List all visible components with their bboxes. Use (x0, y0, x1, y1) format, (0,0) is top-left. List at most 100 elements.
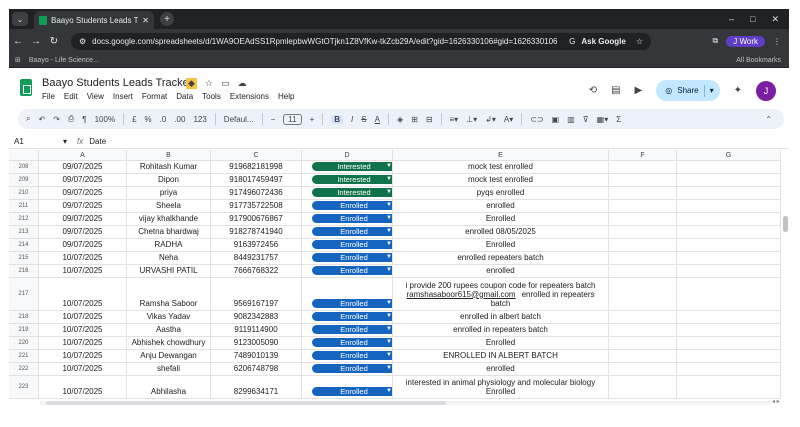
maximize-icon[interactable]: □ (750, 14, 755, 25)
cell-name[interactable]: Rohitash Kumar (127, 161, 211, 174)
cell-f[interactable] (609, 239, 677, 252)
row-number[interactable]: 219 (9, 324, 39, 337)
font-size-increase-icon[interactable]: + (310, 115, 315, 124)
cell-note[interactable]: enrolled repeaters batch (393, 252, 609, 265)
cell-status[interactable]: Interested ▼ (302, 187, 393, 200)
cell-f[interactable] (609, 161, 677, 174)
meet-icon[interactable]: ▶ (635, 85, 643, 96)
cell-phone[interactable]: 917496072436 (211, 187, 302, 200)
cell-phone[interactable]: 9569167197 (211, 278, 302, 311)
cell-g[interactable] (677, 278, 781, 311)
browser-tab[interactable]: Baayo Students Leads Tracker ✕ (34, 11, 154, 29)
window-close-icon[interactable]: ✕ (771, 14, 779, 25)
cell-date[interactable]: 09/07/2025 (39, 187, 127, 200)
cell-name[interactable]: URVASHI PATIL (127, 265, 211, 278)
cell-date[interactable]: 09/07/2025 (39, 239, 127, 252)
text-color-button[interactable]: A (375, 115, 380, 124)
search-menus-icon[interactable]: ⌕ (26, 114, 30, 124)
collapse-toolbar-icon[interactable]: ⌃ (765, 115, 772, 124)
scroll-arrows-icon[interactable]: ◂ ▸ (772, 398, 780, 405)
chip-dropdown-icon[interactable]: ▼ (386, 326, 392, 332)
status-chip[interactable]: Enrolled ▼ (312, 299, 392, 308)
cell-note[interactable]: i provide 200 rupees coupon code for rep… (393, 278, 609, 311)
tab-search-button[interactable]: ⌄ (12, 12, 28, 26)
horizontal-scrollbar[interactable] (40, 401, 770, 405)
cell-name[interactable]: Chetna bhardwaj (127, 226, 211, 239)
cell-status[interactable]: Enrolled ▼ (302, 311, 393, 324)
chip-dropdown-icon[interactable]: ▼ (386, 241, 392, 247)
chip-dropdown-icon[interactable]: ▼ (386, 339, 392, 345)
cell-phone[interactable]: 6206748798 (211, 363, 302, 376)
row-number[interactable]: 217 (9, 278, 39, 311)
cell-date[interactable]: 10/07/2025 (39, 376, 127, 399)
status-chip[interactable]: Enrolled ▼ (312, 214, 392, 223)
status-chip[interactable]: Enrolled ▼ (312, 312, 392, 321)
column-header-f[interactable]: F (609, 150, 677, 161)
insert-comment-icon[interactable]: ▣ (552, 115, 560, 124)
merge-cells-icon[interactable]: ⊟ (426, 115, 433, 124)
gemini-icon[interactable]: ✦ (734, 85, 742, 96)
currency-format-button[interactable]: £ (132, 115, 136, 124)
cell-note[interactable]: enrolled in repeaters batch (393, 324, 609, 337)
cell-date[interactable]: 10/07/2025 (39, 265, 127, 278)
minimize-icon[interactable]: – (729, 14, 734, 25)
star-icon[interactable]: ☆ (205, 78, 213, 89)
increase-decimal-button[interactable]: .00 (174, 115, 185, 124)
share-dropdown-icon[interactable]: ▾ (710, 86, 714, 95)
new-tab-button[interactable]: + (160, 12, 174, 26)
cell-date[interactable]: 10/07/2025 (39, 252, 127, 265)
chip-dropdown-icon[interactable]: ▼ (386, 313, 392, 319)
cell-date[interactable]: 09/07/2025 (39, 226, 127, 239)
column-header-d[interactable]: D (302, 150, 393, 161)
cell-note[interactable]: Enrolled (393, 337, 609, 350)
filter-icon[interactable]: ⊽ (583, 115, 589, 124)
cell-g[interactable] (677, 376, 781, 399)
cell-note[interactable]: Enrolled (393, 213, 609, 226)
cell-phone[interactable]: 7666768322 (211, 265, 302, 278)
cell-g[interactable] (677, 161, 781, 174)
cell-name[interactable]: vijay khalkhande (127, 213, 211, 226)
chip-dropdown-icon[interactable]: ▼ (386, 300, 392, 306)
cell-g[interactable] (677, 363, 781, 376)
row-number[interactable]: 221 (9, 350, 39, 363)
cell-phone[interactable]: 919682181998 (211, 161, 302, 174)
cell-status[interactable]: Enrolled ▼ (302, 337, 393, 350)
status-chip[interactable]: Interested ▼ (312, 188, 392, 197)
cell-note[interactable]: enrolled (393, 200, 609, 213)
extension-badge-icon[interactable]: ◆ (186, 78, 197, 89)
sheets-logo-icon[interactable] (20, 79, 32, 96)
cell-f[interactable] (609, 311, 677, 324)
history-icon[interactable]: ⟲ (589, 85, 597, 96)
cell-f[interactable] (609, 174, 677, 187)
chip-dropdown-icon[interactable]: ▼ (386, 176, 392, 182)
reload-icon[interactable]: ↻ (45, 36, 63, 47)
avatar[interactable]: J (756, 80, 776, 101)
percent-format-button[interactable]: % (145, 115, 152, 124)
menu-view[interactable]: View (87, 92, 104, 101)
comments-icon[interactable]: ▤ (611, 85, 620, 96)
ask-google-button[interactable]: Ask Google (581, 37, 625, 46)
cell-date[interactable]: 09/07/2025 (39, 161, 127, 174)
fill-color-icon[interactable]: ◈ (397, 115, 403, 124)
cell-note[interactable]: mock test enrolled (393, 161, 609, 174)
cell-date[interactable]: 10/07/2025 (39, 363, 127, 376)
omnibox[interactable]: ⚙ docs.google.com/spreadsheets/d/1WA9OEA… (71, 32, 651, 50)
cell-f[interactable] (609, 213, 677, 226)
status-chip[interactable]: Enrolled ▼ (312, 387, 392, 396)
cell-note[interactable]: enrolled (393, 265, 609, 278)
tab-close-icon[interactable]: ✕ (142, 16, 149, 25)
menu-edit[interactable]: Edit (64, 92, 78, 101)
cell-name[interactable]: priya (127, 187, 211, 200)
cell-date[interactable]: 10/07/2025 (39, 350, 127, 363)
strikethrough-button[interactable]: S (361, 115, 366, 124)
row-number[interactable]: 210 (9, 187, 39, 200)
cell-g[interactable] (677, 252, 781, 265)
extensions-icon[interactable]: ⧉ (713, 36, 719, 46)
cell-phone[interactable]: 8299634171 (211, 376, 302, 399)
row-number[interactable]: 208 (9, 161, 39, 174)
chip-dropdown-icon[interactable]: ▼ (386, 365, 392, 371)
cell-status[interactable]: Enrolled ▼ (302, 252, 393, 265)
cell-f[interactable] (609, 265, 677, 278)
number-format-button[interactable]: 123 (193, 115, 206, 124)
cell-f[interactable] (609, 324, 677, 337)
